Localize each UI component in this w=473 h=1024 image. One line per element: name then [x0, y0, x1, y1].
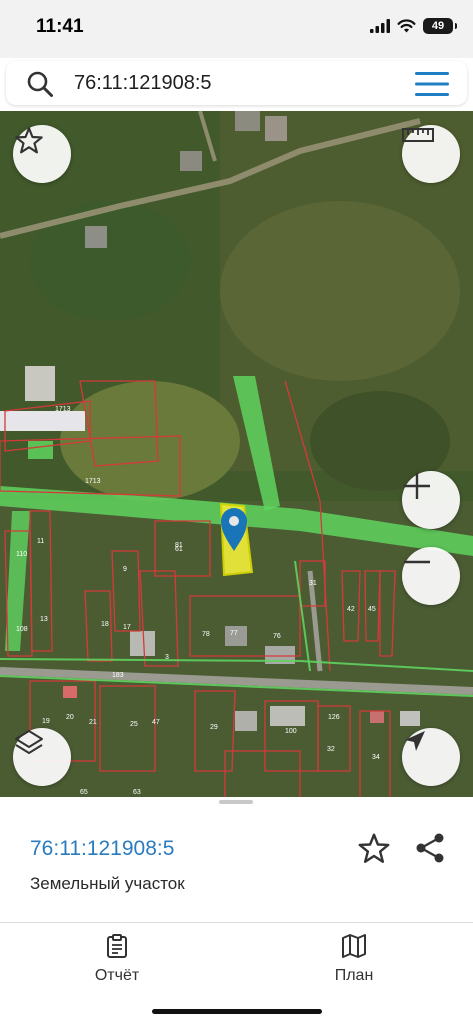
- search-icon[interactable]: [26, 70, 54, 98]
- search-bar[interactable]: 76:11:121908:5: [6, 61, 467, 105]
- parcel-number-label: 11: [37, 538, 44, 545]
- star-outline-icon[interactable]: [356, 831, 392, 867]
- home-indicator: [152, 1009, 322, 1014]
- clipboard-icon: [107, 934, 127, 958]
- parcel-number-label: 20: [66, 714, 74, 721]
- share-icon[interactable]: [413, 831, 447, 865]
- sheet-drag-handle[interactable]: [219, 800, 253, 804]
- parcel-number-label: 76: [273, 633, 281, 640]
- parcel-number-label: 29: [210, 724, 218, 731]
- status-time: 11:41: [36, 16, 84, 37]
- satellite-map: 171317131106193142 451081318 1778 77 7631831…: [0, 111, 473, 799]
- parcel-number-label: 47: [152, 719, 160, 726]
- parcel-number-label: 9: [123, 566, 127, 573]
- my-location-button[interactable]: [402, 728, 460, 786]
- navigation-arrow-icon: [405, 731, 425, 751]
- layers-button[interactable]: [13, 728, 71, 786]
- tab-plan[interactable]: План: [294, 933, 414, 985]
- map-view[interactable]: 1713 1713 110 61 9 31 42 45 108 13 18 17 78 77 76 3 183 1…: [0, 111, 473, 799]
- parcel-number-label: 25: [130, 721, 138, 728]
- parcel-number-label: 65: [80, 789, 88, 796]
- zoom-in-button[interactable]: [402, 471, 460, 529]
- menu-icon[interactable]: [415, 71, 449, 97]
- status-bar: 11:41 49: [0, 0, 473, 58]
- minus-icon: [404, 560, 430, 564]
- ruler-icon: [402, 128, 434, 142]
- tab-report-label: Отчёт: [94, 967, 140, 984]
- parcel-number-label: 78: [202, 631, 210, 638]
- battery-indicator: 49: [423, 18, 457, 34]
- layers-icon: [15, 730, 43, 754]
- parcel-cadastral-number[interactable]: 76:11:121908:5: [30, 837, 174, 861]
- parcel-number-label: 42: [347, 606, 355, 613]
- parcel-number-label: 100: [285, 728, 297, 735]
- parcel-number-label: 21: [89, 719, 97, 726]
- parcel-number-label: 31: [309, 580, 317, 587]
- parcel-type: Земельный участок: [30, 874, 185, 893]
- ruler-button[interactable]: [402, 125, 460, 183]
- zoom-out-button[interactable]: [402, 547, 460, 605]
- parcel-number-label: 19: [42, 718, 50, 725]
- wifi-icon: [397, 19, 416, 33]
- parcel-number-label: 77: [230, 630, 238, 637]
- tab-report[interactable]: Отчёт: [57, 933, 177, 985]
- star-outline-icon: [15, 127, 43, 154]
- parcel-number-label: 18: [101, 621, 109, 628]
- tab-plan-label: План: [334, 967, 374, 984]
- battery-level: 49: [431, 20, 445, 32]
- parcel-number-label: 13: [40, 616, 48, 623]
- signal-icon: [370, 19, 390, 33]
- parcel-info-sheet[interactable]: 76:11:121908:5 Земельный участок: [0, 797, 473, 922]
- parcel-number-label: 110: [16, 551, 27, 558]
- parcel-number-label: 81: [175, 542, 183, 549]
- parcel-number-label: 1713: [85, 478, 101, 485]
- parcel-number-label: 3: [165, 654, 169, 661]
- search-input[interactable]: 76:11:121908:5: [74, 72, 212, 95]
- parcel-number-label: 183: [112, 672, 124, 679]
- parcel-number-label: 45: [368, 606, 376, 613]
- parcel-number-label: 126: [328, 714, 340, 721]
- parcel-number-label: 32: [327, 746, 335, 753]
- parcel-number-label: 17: [123, 624, 131, 631]
- parcel-number-label: 108: [16, 626, 28, 633]
- parcel-number-label: 63: [133, 789, 141, 796]
- status-icons: 49: [370, 18, 457, 34]
- parcel-number-label: 1713: [55, 406, 71, 413]
- parcel-number-label: 34: [372, 754, 380, 761]
- plus-icon: [404, 473, 430, 499]
- favorite-button[interactable]: [13, 125, 71, 183]
- map-icon: [342, 934, 366, 958]
- bottom-tab-bar: Отчёт План: [0, 922, 473, 1024]
